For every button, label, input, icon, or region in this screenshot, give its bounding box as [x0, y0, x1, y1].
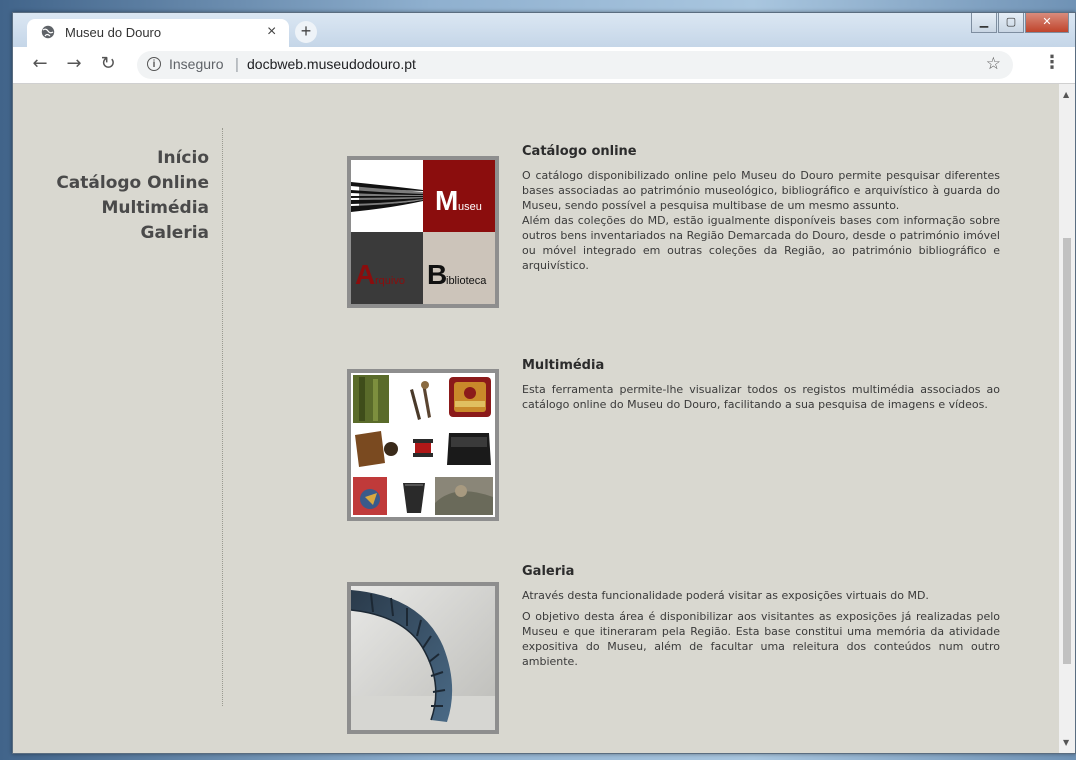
title-bar: Museu do Douro × + ▁ ▢ ✕	[13, 13, 1075, 47]
maximize-button[interactable]: ▢	[998, 13, 1024, 33]
new-tab-button[interactable]: +	[295, 21, 317, 43]
star-icon[interactable]: ☆	[986, 54, 1001, 74]
page-content: Início Catálogo Online Multimédia Galeri…	[13, 84, 1059, 753]
catalogo-title[interactable]: Catálogo online	[522, 144, 637, 159]
galeria-description: Através desta funcionalidade poderá visi…	[522, 588, 1000, 669]
nav-divider	[222, 128, 223, 706]
window-close-button[interactable]: ✕	[1025, 13, 1069, 33]
browser-window: Museu do Douro × + ▁ ▢ ✕ ← → ↻ i Insegur…	[12, 12, 1076, 754]
arrow-left-icon: ←	[32, 53, 48, 74]
nav-item-inicio[interactable]: Início	[56, 146, 209, 171]
museu-rest: useu	[458, 201, 482, 213]
galeria-paragraph: Através desta funcionalidade poderá visi…	[522, 589, 929, 602]
galeria-staircase-image	[351, 586, 495, 730]
catalogo-thumbnail[interactable]: M useu A rquivo B iblioteca	[347, 156, 499, 308]
minimize-button[interactable]: ▁	[971, 13, 997, 33]
multimedia-description: Esta ferramenta permite-lhe visualizar t…	[522, 382, 1000, 412]
nav-item-galeria[interactable]: Galeria	[56, 221, 209, 246]
reload-button[interactable]: ↻	[97, 53, 119, 75]
arrow-right-icon: →	[66, 53, 82, 74]
address-separator: |	[235, 56, 239, 73]
biblioteca-initial: B	[427, 259, 447, 290]
multimedia-thumbnail[interactable]	[347, 369, 499, 521]
arquivo-initial: A	[355, 259, 375, 290]
nav-item-multimedia[interactable]: Multimédia	[56, 196, 209, 221]
window-controls: ▁ ▢ ✕	[970, 13, 1069, 35]
nav-item-catalogo-online[interactable]: Catálogo Online	[56, 171, 209, 196]
security-label: Inseguro	[169, 56, 224, 72]
back-button[interactable]: ←	[29, 53, 51, 75]
multimedia-paragraph: Esta ferramenta permite-lhe visualizar t…	[522, 383, 1000, 411]
forward-button[interactable]: →	[63, 53, 85, 75]
catalogo-logo-image: M useu A rquivo B iblioteca	[351, 160, 495, 304]
tab-title: Museu do Douro	[65, 25, 162, 40]
browser-toolbar: ← → ↻ i Inseguro | docbweb.museudodouro.…	[13, 47, 1075, 84]
biblioteca-rest: iblioteca	[446, 275, 487, 287]
scroll-up-icon[interactable]: ▲	[1063, 90, 1069, 99]
galeria-title[interactable]: Galeria	[522, 564, 574, 579]
globe-icon	[41, 25, 55, 39]
address-bar[interactable]: i Inseguro | docbweb.museudodouro.pt ☆	[137, 51, 1013, 79]
multimedia-title[interactable]: Multimédia	[522, 358, 604, 373]
multimedia-collage-image	[351, 373, 495, 517]
vertical-scrollbar[interactable]: ▲ ▼	[1059, 84, 1075, 753]
reload-icon: ↻	[100, 53, 116, 74]
museu-initial: M	[435, 185, 458, 216]
kebab-menu-icon[interactable]: ⋮	[1043, 52, 1061, 73]
catalogo-description: O catálogo disponibilizado online pelo M…	[522, 168, 1000, 273]
scrollbar-thumb[interactable]	[1063, 238, 1071, 664]
info-icon[interactable]: i	[147, 57, 161, 71]
catalogo-paragraph: Além das coleções do MD, estão igualment…	[522, 214, 1000, 272]
url-text[interactable]: docbweb.museudodouro.pt	[247, 56, 416, 72]
arquivo-rest: rquivo	[375, 275, 405, 287]
scroll-down-icon[interactable]: ▼	[1063, 738, 1069, 747]
galeria-paragraph: O objetivo desta área é disponibilizar a…	[522, 610, 1000, 668]
browser-tab[interactable]: Museu do Douro ×	[27, 19, 289, 47]
side-navigation: Início Catálogo Online Multimédia Galeri…	[56, 146, 209, 246]
galeria-thumbnail[interactable]	[347, 582, 499, 734]
tab-close-button[interactable]: ×	[267, 23, 276, 41]
catalogo-paragraph: O catálogo disponibilizado online pelo M…	[522, 169, 1000, 212]
